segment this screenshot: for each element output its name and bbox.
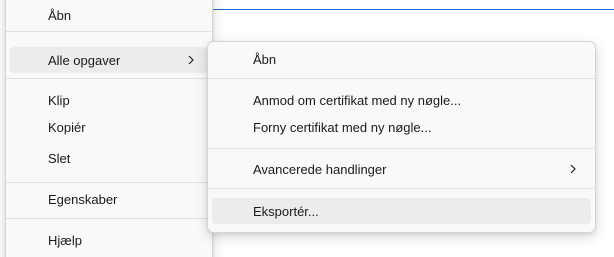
menu-item-all-tasks[interactable]: Alle opgaver (10, 47, 208, 73)
menu-separator (6, 78, 212, 79)
menu-separator (208, 188, 595, 189)
menu-item-delete-label: Slet (48, 150, 71, 166)
menu-item-copy[interactable]: Kopiér (10, 114, 208, 140)
submenu-item-advanced[interactable]: Avancerede handlinger (212, 156, 591, 182)
menu-item-copy-label: Kopiér (48, 119, 86, 135)
menu-item-cut-label: Klip (48, 92, 70, 108)
menu-item-open[interactable]: Åbn (10, 2, 208, 28)
submenu-item-export-label: Eksportér... (253, 203, 319, 219)
menu-separator (208, 78, 595, 79)
menu-item-all-tasks-label: Alle opgaver (48, 52, 121, 68)
screen: Åbn Alle opgaver Klip Kopiér Slet Egensk… (0, 0, 614, 257)
context-menu: Åbn Alle opgaver Klip Kopiér Slet Egensk… (5, 0, 213, 257)
menu-separator (6, 182, 212, 183)
menu-item-delete[interactable]: Slet (10, 145, 208, 171)
submenu-item-open-label: Åbn (253, 51, 277, 67)
menu-item-open-label: Åbn (48, 7, 72, 23)
submenu-item-request-new-key[interactable]: Anmod om certifikat med ny nøgle... (212, 87, 591, 113)
submenu-item-request-new-key-label: Anmod om certifikat med ny nøgle... (253, 92, 462, 108)
window-selection-border (212, 9, 614, 10)
submenu-item-advanced-label: Avancerede handlinger (253, 161, 387, 177)
submenu-item-renew-new-key-label: Forny certifikat med ny nøgle... (253, 119, 432, 135)
menu-separator (6, 31, 212, 32)
menu-item-properties-label: Egenskaber (48, 191, 118, 207)
all-tasks-submenu: Åbn Anmod om certifikat med ny nøgle... … (207, 41, 596, 233)
menu-separator (208, 148, 595, 149)
menu-item-help[interactable]: Hjælp (10, 227, 208, 253)
menu-separator (6, 218, 212, 219)
chevron-right-icon (569, 156, 577, 182)
menu-item-cut[interactable]: Klip (10, 87, 208, 113)
submenu-item-export[interactable]: Eksportér... (212, 198, 591, 224)
submenu-item-open[interactable]: Åbn (212, 46, 591, 72)
menu-item-help-label: Hjælp (48, 232, 82, 248)
chevron-right-icon (187, 47, 195, 73)
submenu-item-renew-new-key[interactable]: Forny certifikat med ny nøgle... (212, 114, 591, 140)
menu-item-properties[interactable]: Egenskaber (10, 186, 208, 212)
